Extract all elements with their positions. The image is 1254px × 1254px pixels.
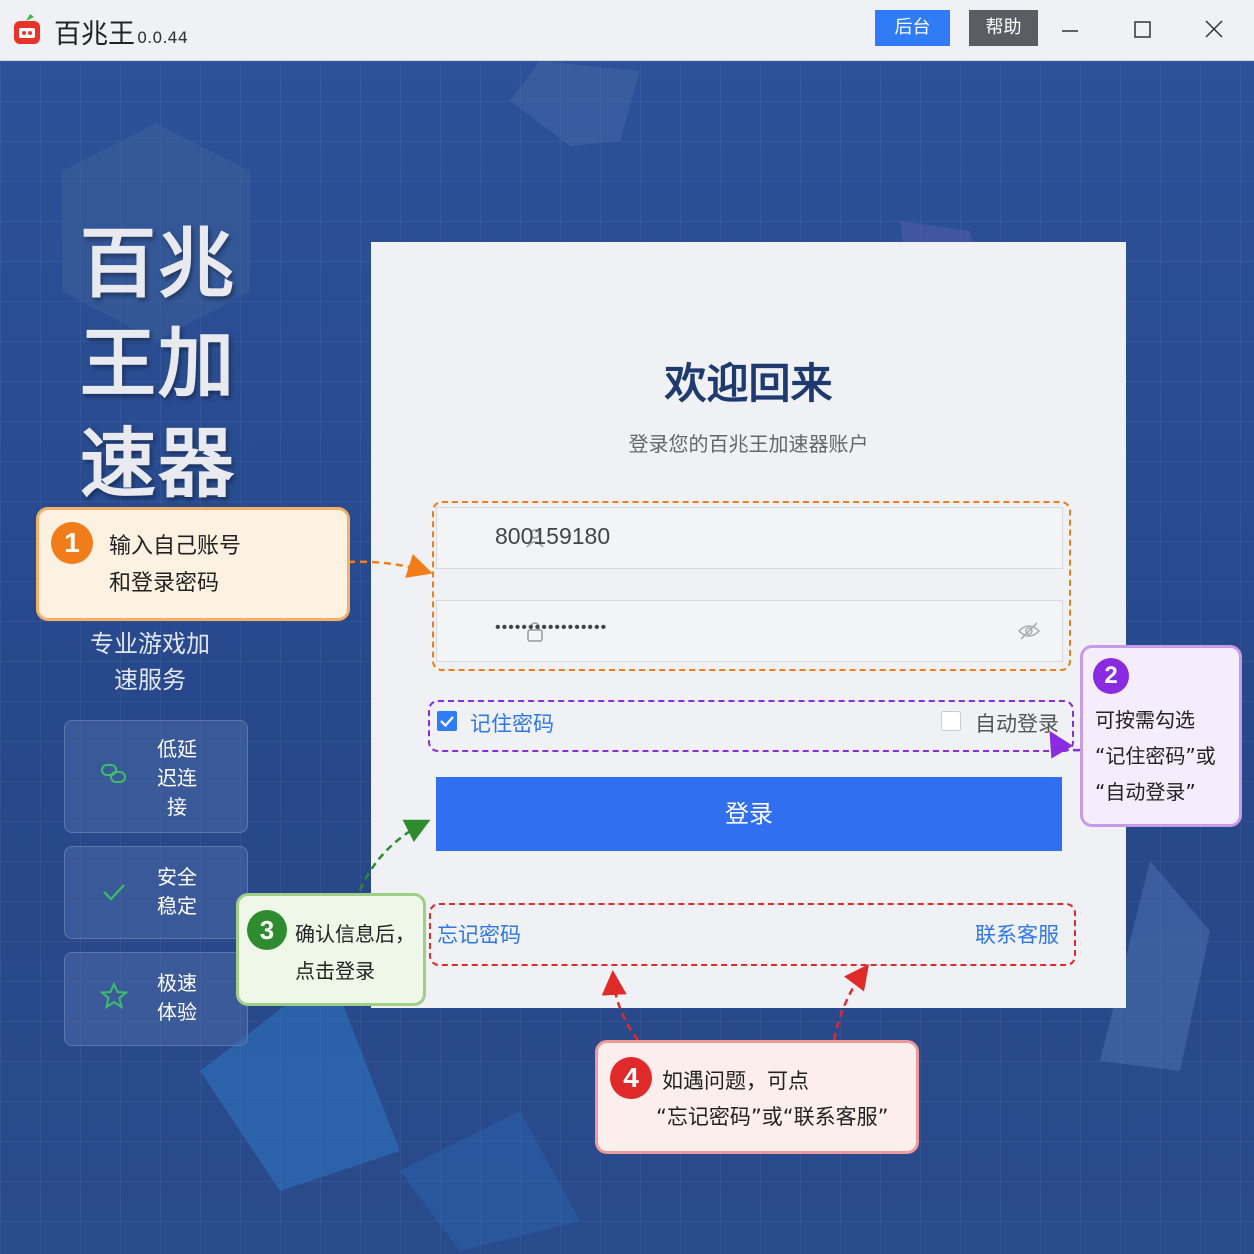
step-2-badge: 2	[1093, 658, 1129, 694]
step-3-badge: 3	[247, 910, 287, 950]
callout-step-3: 3 确认信息后， 点击登录	[236, 893, 426, 1006]
callout-step-2: 2 可按需勾选 “记住密码”或 “自动登录”	[1080, 645, 1242, 827]
callout-step-4: 4 如遇问题，可点 “忘记密码”或“联系客服”	[595, 1040, 919, 1154]
step-4-badge: 4	[610, 1057, 652, 1099]
callout-1-text: 输入自己账号 和登录密码	[109, 534, 242, 596]
callout-4-text: 如遇问题，可点	[662, 1069, 809, 1093]
callout-4-text-line2: “忘记密码”或“联系客服”	[656, 1105, 889, 1129]
callout-2-text: 可按需勾选 “记住密码”或 “自动登录”	[1095, 708, 1216, 804]
callout-3-text: 确认信息后， 点击登录	[295, 922, 415, 983]
step-1-badge: 1	[51, 522, 93, 564]
callout-step-1: 1 输入自己账号 和登录密码	[36, 507, 350, 621]
